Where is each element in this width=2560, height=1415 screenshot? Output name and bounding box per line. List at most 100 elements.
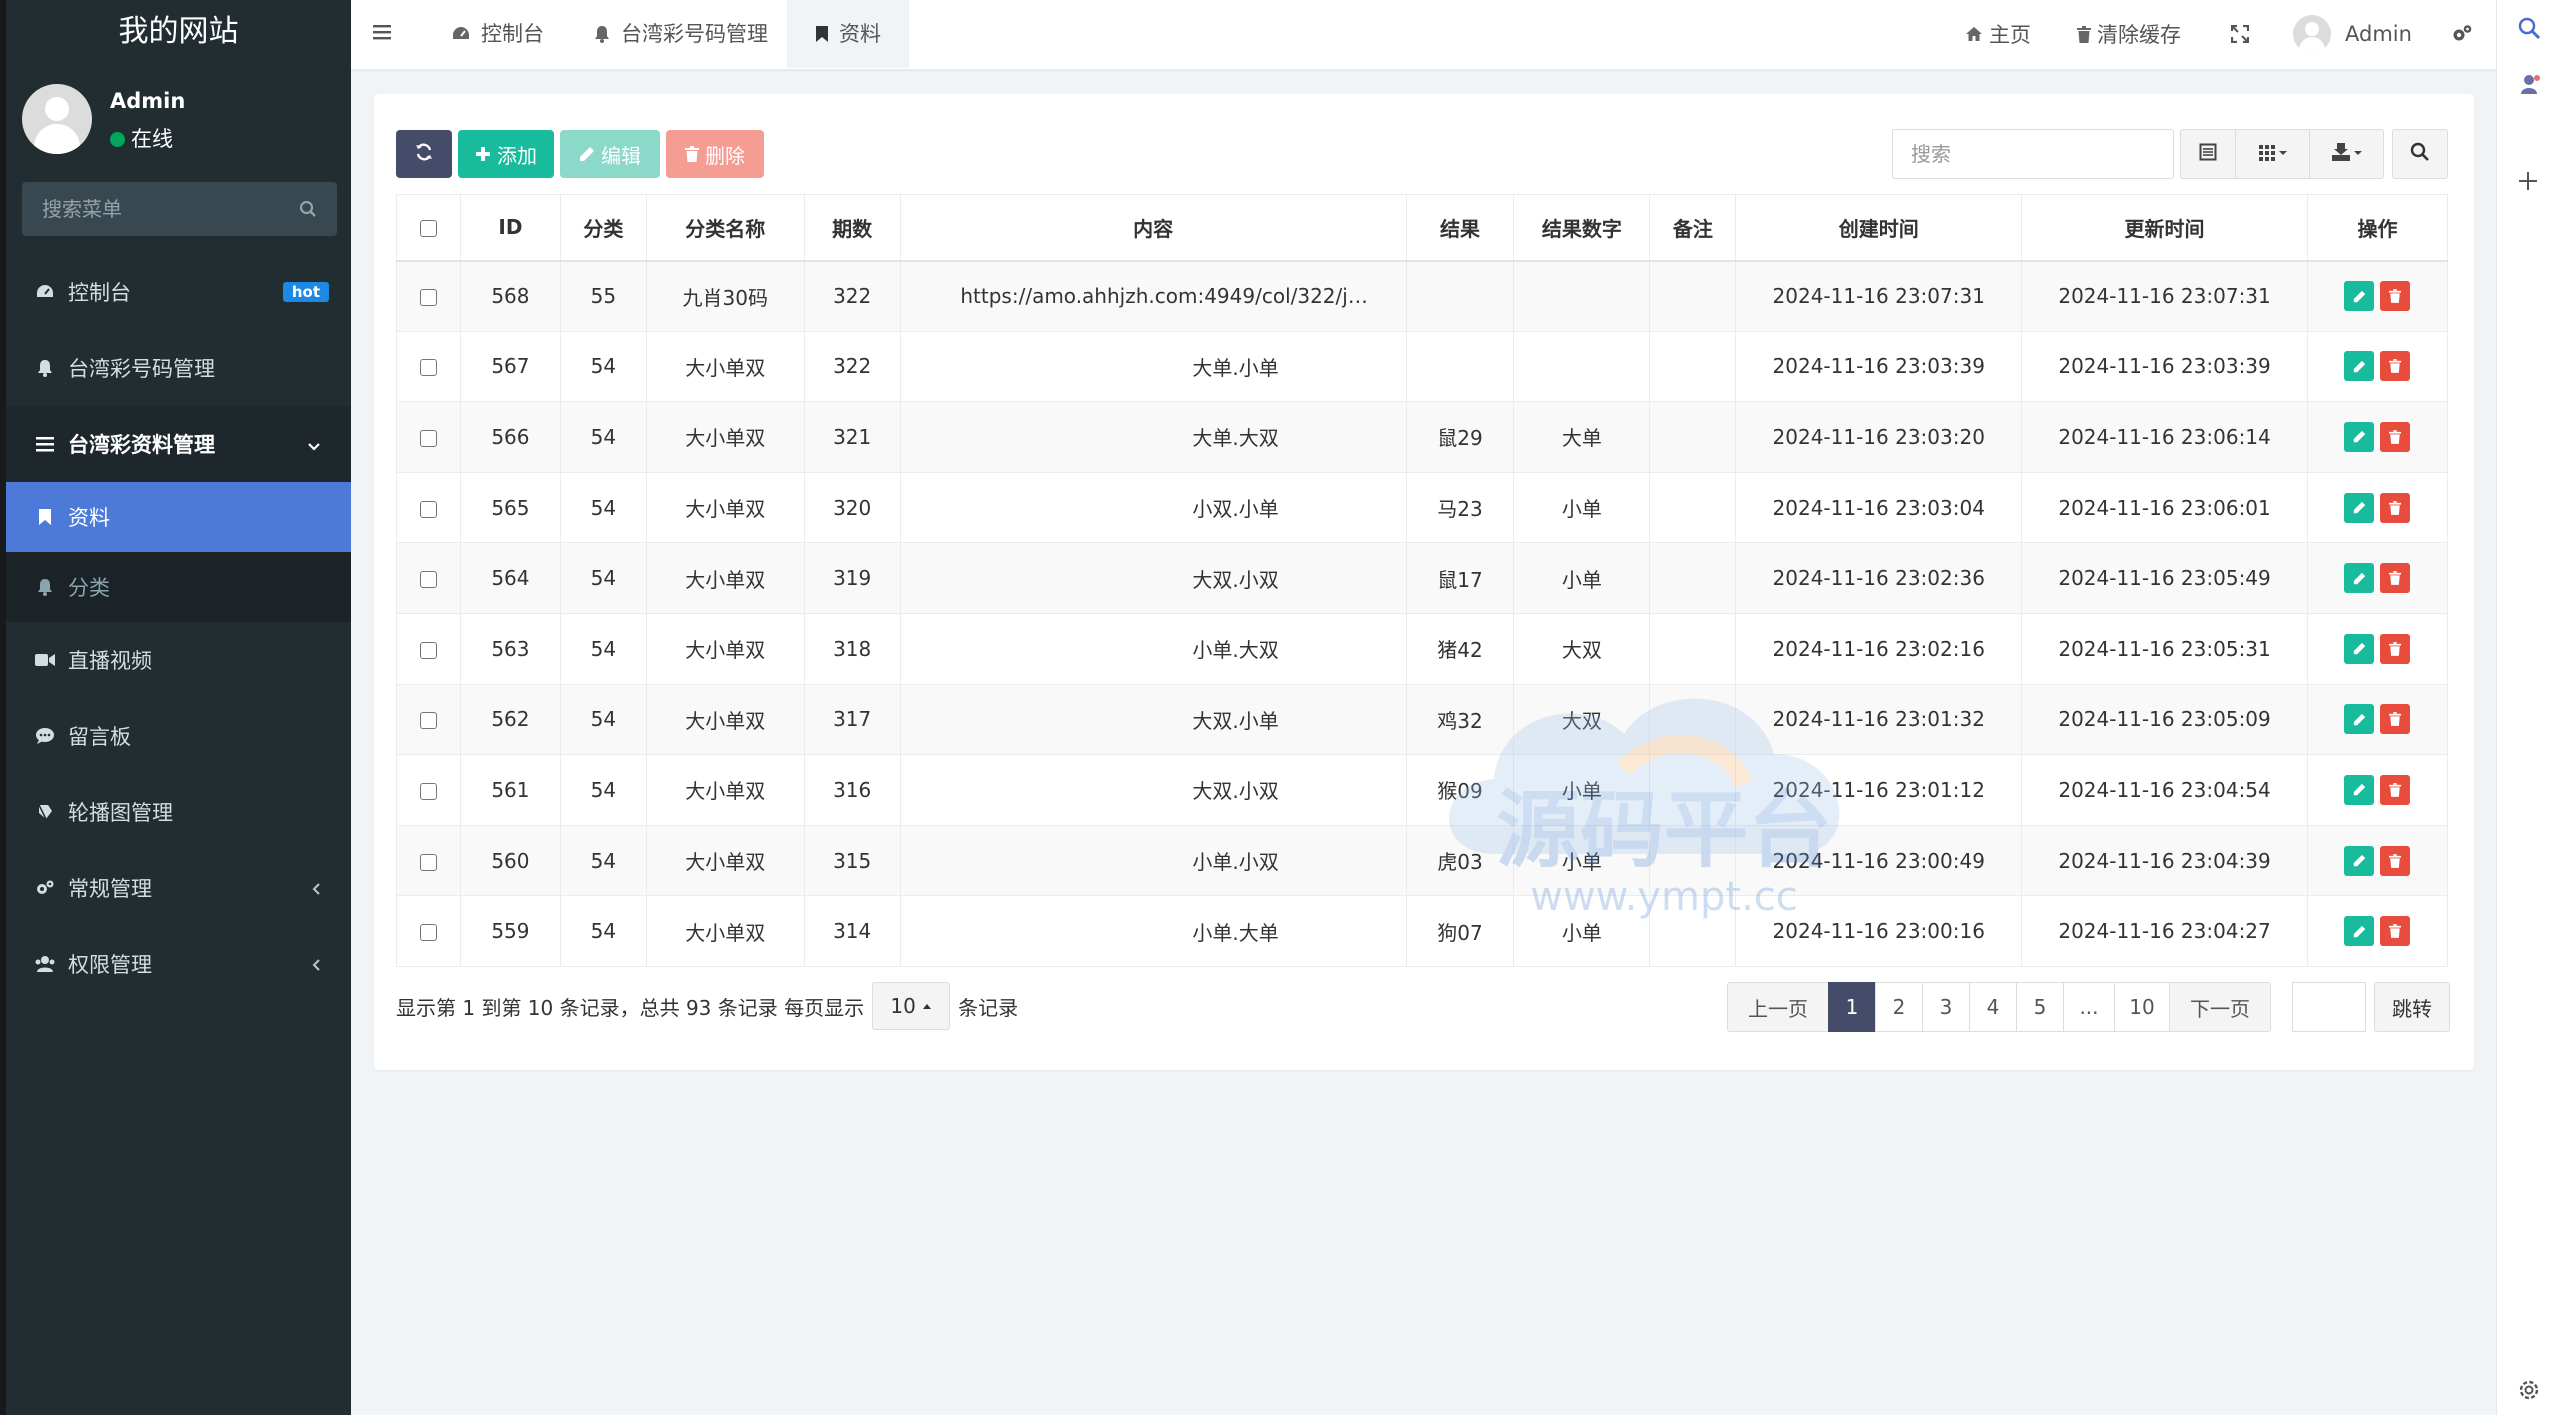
page-size-select[interactable]: 10 — [872, 982, 951, 1030]
column-header[interactable]: 结果数字 — [1513, 194, 1651, 262]
page-button[interactable]: 1 — [1828, 982, 1876, 1032]
row-checkbox[interactable] — [419, 571, 437, 589]
row-checkbox[interactable] — [419, 359, 437, 377]
row-edit-button[interactable] — [2344, 633, 2375, 664]
table-row[interactable]: 565 54 大小单双 320 小双.小单 马23 小单 2024-11-16 23:03:0… — [396, 471, 2449, 544]
sidebar-item-message-board[interactable]: 留言板 — [6, 698, 351, 774]
column-header[interactable]: 期数 — [803, 194, 901, 262]
row-edit-button[interactable] — [2344, 916, 2375, 947]
sidebar-item-tw-numbers[interactable]: 台湾彩号码管理 — [6, 330, 351, 406]
plus-icon[interactable] — [2517, 170, 2539, 192]
category-name-link[interactable]: 大小单双 — [645, 612, 805, 685]
sidebar-item-carousel[interactable]: 轮播图管理 — [6, 774, 351, 850]
row-edit-button[interactable] — [2344, 774, 2375, 805]
category-name-link[interactable]: 大小单双 — [645, 754, 805, 826]
column-header[interactable]: ID — [459, 194, 561, 262]
tab-tw-numbers[interactable]: 台湾彩号码管理 — [585, 0, 776, 68]
row-delete-button[interactable] — [2380, 704, 2411, 735]
category-name-link[interactable]: 大小单双 — [645, 401, 805, 473]
columns-dropdown-button[interactable] — [2236, 129, 2310, 179]
export-dropdown-button[interactable] — [2310, 129, 2384, 179]
tab-dashboard[interactable]: 控制台 — [443, 0, 552, 68]
search-button[interactable] — [2392, 129, 2448, 179]
table-row[interactable]: 561 54 大小单双 316 大双.小双 猴09 小单 2024-11-16 23:01:1… — [396, 754, 2449, 826]
settings-cogs-icon[interactable] — [2451, 0, 2473, 68]
column-header[interactable]: 结果 — [1405, 194, 1515, 262]
search-icon[interactable] — [299, 199, 317, 223]
page-button[interactable]: 4 — [1969, 982, 2017, 1032]
sidebar-item-category[interactable]: 分类 — [6, 552, 351, 622]
sidebar-item-permission[interactable]: 权限管理 — [6, 926, 351, 1002]
row-checkbox[interactable] — [419, 853, 437, 871]
home-link[interactable]: 主页 — [1965, 0, 2031, 68]
table-row[interactable]: 563 54 大小单双 318 小单.大双 猪42 大双 2024-11-16 23:02:1… — [396, 612, 2449, 685]
table-row[interactable]: 559 54 大小单双 314 小单.大单 狗07 小单 2024-11-16 23:00:1… — [396, 895, 2449, 967]
row-delete-button[interactable] — [2380, 421, 2411, 452]
table-row[interactable]: 568 55 九肖30码 322 https://amo.ahhjzh.com:4949… — [396, 260, 2449, 332]
next-page-button[interactable]: 下一页 — [2169, 982, 2271, 1032]
select-all-checkbox[interactable] — [419, 220, 437, 238]
page-button[interactable]: 10 — [2114, 982, 2170, 1032]
sidebar-item-data[interactable]: 资料 — [6, 482, 351, 552]
row-edit-button[interactable] — [2344, 845, 2375, 876]
row-delete-button[interactable] — [2380, 845, 2411, 876]
refresh-button[interactable] — [396, 130, 452, 178]
category-name-link[interactable]: 大小单双 — [645, 824, 805, 897]
row-delete-button[interactable] — [2380, 563, 2411, 594]
column-header[interactable]: 更新时间 — [2021, 194, 2308, 262]
category-name-link[interactable]: 大小单双 — [645, 330, 805, 403]
column-header[interactable]: 分类名称 — [645, 194, 805, 262]
sidebar-toggle-icon[interactable] — [373, 22, 393, 46]
column-header[interactable]: 分类 — [559, 194, 647, 262]
page-button[interactable]: 3 — [1922, 982, 1970, 1032]
toggle-view-button[interactable] — [2180, 129, 2236, 179]
row-checkbox[interactable] — [419, 924, 437, 942]
category-name-link[interactable]: 九肖30码 — [645, 260, 805, 332]
table-search-input[interactable] — [1893, 130, 2173, 178]
category-name-link[interactable]: 大小单双 — [645, 895, 805, 967]
category-name-link[interactable]: 大小单双 — [645, 683, 805, 756]
table-row[interactable]: 562 54 大小单双 317 大双.小单 鸡32 大双 2024-11-16 23:01:3… — [396, 683, 2449, 756]
category-name-link[interactable]: 大小单双 — [645, 471, 805, 544]
site-logo[interactable]: 我的网站 — [6, 0, 351, 66]
column-header[interactable]: 备注 — [1649, 194, 1737, 262]
sidebar-item-dashboard[interactable]: 控制台 hot — [6, 254, 351, 330]
row-edit-button[interactable] — [2344, 351, 2375, 382]
prev-page-button[interactable]: 上一页 — [1727, 982, 1829, 1032]
row-checkbox[interactable] — [419, 782, 437, 800]
row-delete-button[interactable] — [2380, 633, 2411, 664]
sidebar-item-tw-data[interactable]: 台湾彩资料管理 — [6, 406, 351, 482]
row-edit-button[interactable] — [2344, 492, 2375, 523]
gear-icon[interactable] — [2517, 1378, 2541, 1402]
row-edit-button[interactable] — [2344, 421, 2375, 452]
row-edit-button[interactable] — [2344, 563, 2375, 594]
search-icon[interactable] — [2517, 16, 2541, 40]
row-edit-button[interactable] — [2344, 704, 2375, 735]
row-checkbox[interactable] — [419, 712, 437, 730]
jump-button[interactable]: 跳转 — [2374, 982, 2450, 1032]
menu-search-input[interactable] — [22, 182, 282, 236]
row-delete-button[interactable] — [2380, 351, 2411, 382]
user-menu[interactable]: Admin — [2293, 0, 2412, 68]
row-delete-button[interactable] — [2380, 492, 2411, 523]
column-header[interactable]: 创建时间 — [1735, 194, 2023, 262]
row-checkbox[interactable] — [419, 500, 437, 518]
tab-data[interactable]: 资料 — [787, 0, 909, 68]
sidebar-item-live-video[interactable]: 直播视频 — [6, 622, 351, 698]
row-delete-button[interactable] — [2380, 774, 2411, 805]
table-row[interactable]: 560 54 大小单双 315 小单.小双 虎03 小单 2024-11-16 23:00:4… — [396, 824, 2449, 897]
add-button[interactable]: 添加 — [458, 130, 554, 178]
page-button[interactable]: 2 — [1875, 982, 1923, 1032]
column-header[interactable]: 内容 — [899, 194, 1407, 262]
table-row[interactable]: 566 54 大小单双 321 大单.大双 鼠29 大单 2024-11-16 23:03:2… — [396, 401, 2449, 473]
row-edit-button[interactable] — [2344, 281, 2375, 312]
edit-button[interactable]: 编辑 — [560, 130, 660, 178]
delete-button[interactable]: 删除 — [666, 130, 764, 178]
table-row[interactable]: 564 54 大小单双 319 大双.小双 鼠17 小单 2024-11-16 23:02:3… — [396, 542, 2449, 614]
row-delete-button[interactable] — [2380, 916, 2411, 947]
row-checkbox[interactable] — [419, 641, 437, 659]
page-button[interactable]: 5 — [2016, 982, 2064, 1032]
category-name-link[interactable]: 大小单双 — [645, 542, 805, 614]
clear-cache-button[interactable]: 清除缓存 — [2077, 0, 2181, 68]
jump-page-input[interactable] — [2292, 982, 2366, 1032]
